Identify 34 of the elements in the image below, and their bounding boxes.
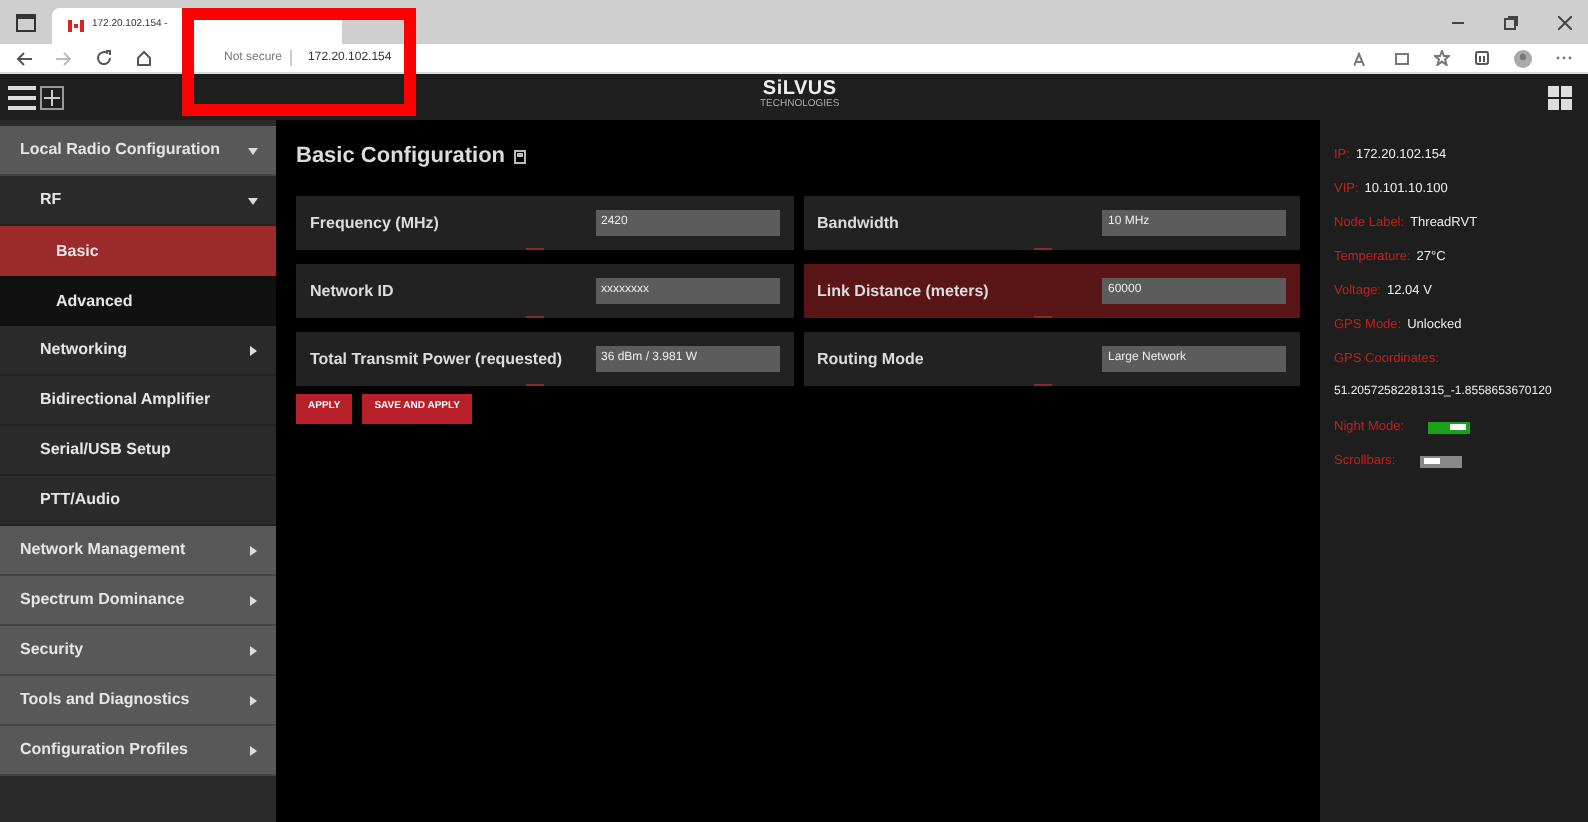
close-icon[interactable]	[1558, 15, 1572, 29]
field-label: Routing Mode	[817, 349, 926, 367]
toggle-switch[interactable]	[1428, 421, 1471, 433]
plus-icon[interactable]	[40, 85, 64, 109]
grid-icon[interactable]	[1548, 85, 1572, 109]
save-icon[interactable]	[513, 149, 526, 164]
collections-icon[interactable]	[1474, 50, 1490, 66]
sidebar-item[interactable]: Spectrum Dominance	[0, 576, 276, 626]
tab-actions-icon[interactable]	[16, 13, 36, 31]
field-label: Bandwidth	[817, 213, 901, 231]
sidebar-item[interactable]: Configuration Profiles	[0, 726, 276, 776]
sidebar-item[interactable]: Network Management	[0, 526, 276, 576]
toggle-switch[interactable]	[1419, 455, 1462, 467]
profile-icon[interactable]	[1514, 49, 1532, 67]
sidebar-item[interactable]: Local Radio Configuration	[0, 126, 276, 176]
page-title: Basic Configuration	[296, 142, 506, 172]
home-icon[interactable]	[136, 50, 152, 66]
back-icon[interactable]	[16, 51, 32, 65]
field-label: Frequency (MHz)	[310, 213, 441, 231]
minimize-icon[interactable]	[1452, 21, 1464, 23]
flag-icon	[68, 20, 84, 32]
extension-icon[interactable]	[1394, 50, 1410, 66]
sidebar-item[interactable]: Tools and Diagnostics	[0, 676, 276, 726]
restore-icon[interactable]	[1504, 15, 1518, 29]
reload-icon[interactable]	[96, 50, 112, 66]
menu-icon[interactable]	[8, 85, 36, 109]
field-label: Total Transmit Power (requested)	[310, 349, 565, 367]
favorites-icon[interactable]	[1434, 50, 1450, 66]
sidebar-item[interactable]: Basic	[0, 226, 276, 276]
sidebar-item[interactable]: Security	[0, 626, 276, 676]
field-label: Network ID	[310, 281, 396, 299]
sidebar-item[interactable]: Advanced	[0, 276, 276, 326]
field-label: Link Distance (meters)	[817, 281, 991, 299]
read-aloud-icon[interactable]	[1354, 51, 1370, 65]
